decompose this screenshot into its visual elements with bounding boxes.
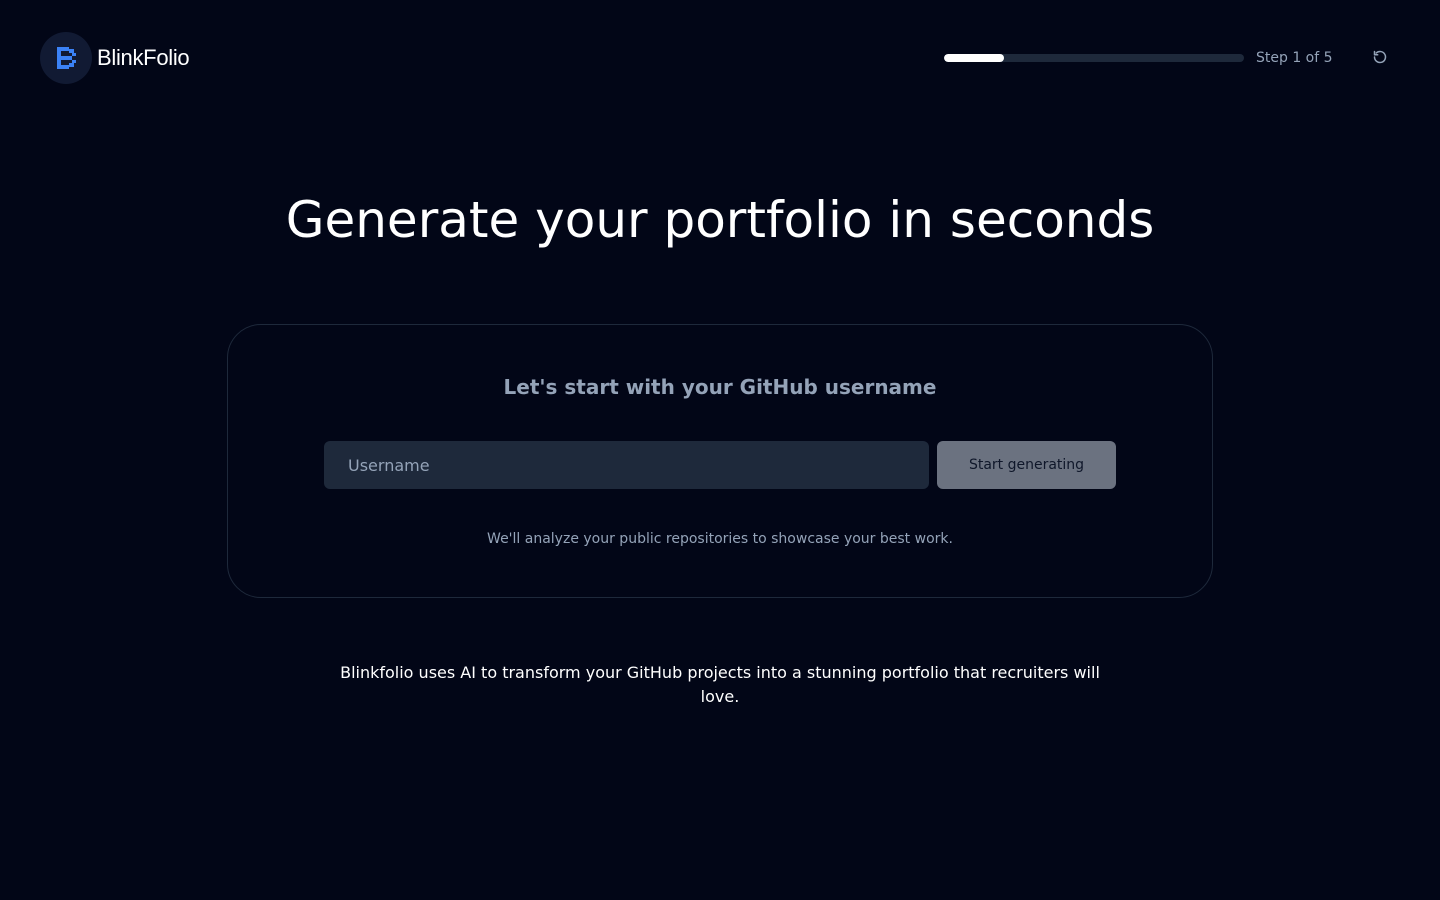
reset-button[interactable]: [1366, 44, 1394, 72]
card-hint: We'll analyze your public repositories t…: [487, 531, 953, 547]
refresh-icon: [1372, 49, 1388, 68]
progress-bar-fill: [944, 54, 1004, 62]
footer-blurb: Blinkfolio uses AI to transform your Git…: [340, 663, 1100, 706]
brand[interactable]: BlinkFolio: [40, 32, 190, 84]
progress-bar: [944, 54, 1244, 62]
app-header: BlinkFolio Step 1 of 5: [0, 0, 1440, 116]
page-title: Generate your portfolio in seconds: [285, 191, 1155, 249]
start-generating-button[interactable]: Start generating: [937, 441, 1116, 489]
card-title: Let's start with your GitHub username: [503, 375, 937, 399]
brand-name: BlinkFolio: [97, 45, 190, 70]
step-indicator: Step 1 of 5: [1256, 50, 1333, 66]
username-input[interactable]: [324, 441, 929, 489]
blinkfolio-logo-icon: [40, 32, 92, 84]
username-card: Let's start with your GitHub username St…: [227, 324, 1213, 598]
